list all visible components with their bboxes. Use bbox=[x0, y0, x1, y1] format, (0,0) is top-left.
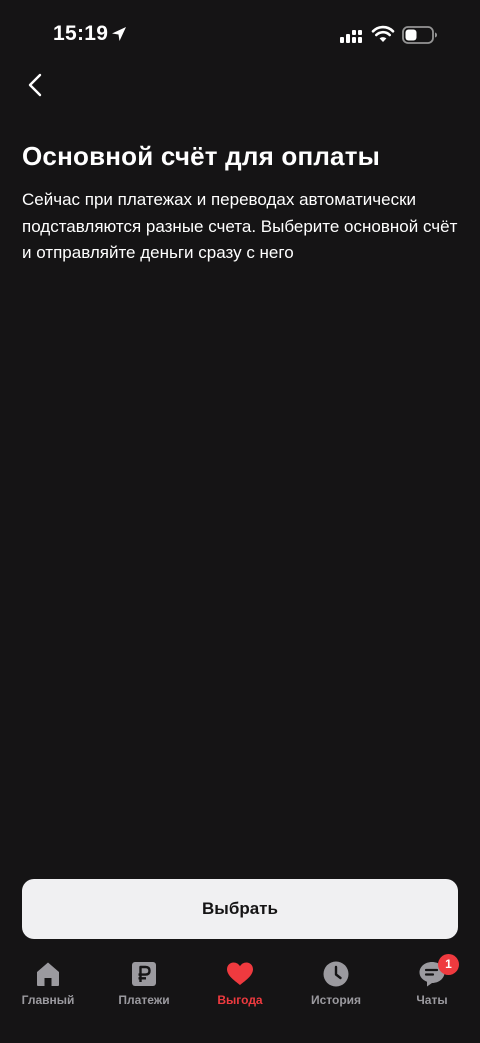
wifi-icon bbox=[371, 25, 395, 42]
tab-history[interactable]: История bbox=[288, 950, 384, 1020]
screen: 15:19 Основной счёт для оплаты Сейчас пр… bbox=[0, 0, 480, 1043]
home-icon bbox=[37, 962, 59, 986]
location-arrow-icon bbox=[112, 27, 126, 41]
chevron-left-icon bbox=[28, 73, 42, 97]
clock-icon bbox=[323, 961, 349, 987]
select-button[interactable]: Выбрать bbox=[22, 879, 458, 939]
unread-badge: 1 bbox=[438, 954, 459, 975]
tab-bar: Главный Платежи Выгода История 1 Чаты bbox=[0, 950, 480, 1043]
status-bar: 15:19 bbox=[0, 0, 480, 70]
tab-label: Чаты bbox=[416, 993, 448, 1007]
battery-icon bbox=[402, 26, 437, 44]
status-time: 15:19 bbox=[53, 22, 109, 45]
tab-label: Выгода bbox=[217, 993, 263, 1007]
ruble-icon bbox=[132, 962, 156, 986]
heart-icon bbox=[227, 962, 253, 985]
tab-label: Платежи bbox=[118, 993, 170, 1007]
tab-chats[interactable]: 1 Чаты bbox=[384, 950, 480, 1020]
cellular-signal-icon bbox=[340, 30, 362, 43]
tab-payments[interactable]: Платежи bbox=[96, 950, 192, 1020]
tab-home[interactable]: Главный bbox=[0, 950, 96, 1020]
tab-label: Главный bbox=[21, 993, 75, 1007]
tab-label: История bbox=[310, 993, 362, 1007]
page-title: Основной счёт для оплаты bbox=[22, 141, 381, 171]
back-button[interactable] bbox=[18, 68, 52, 102]
chat-icon-wrap: 1 bbox=[417, 954, 459, 989]
page-description: Сейчас при платежах и переводах автомати… bbox=[22, 190, 458, 262]
tab-benefits[interactable]: Выгода bbox=[192, 950, 288, 1020]
